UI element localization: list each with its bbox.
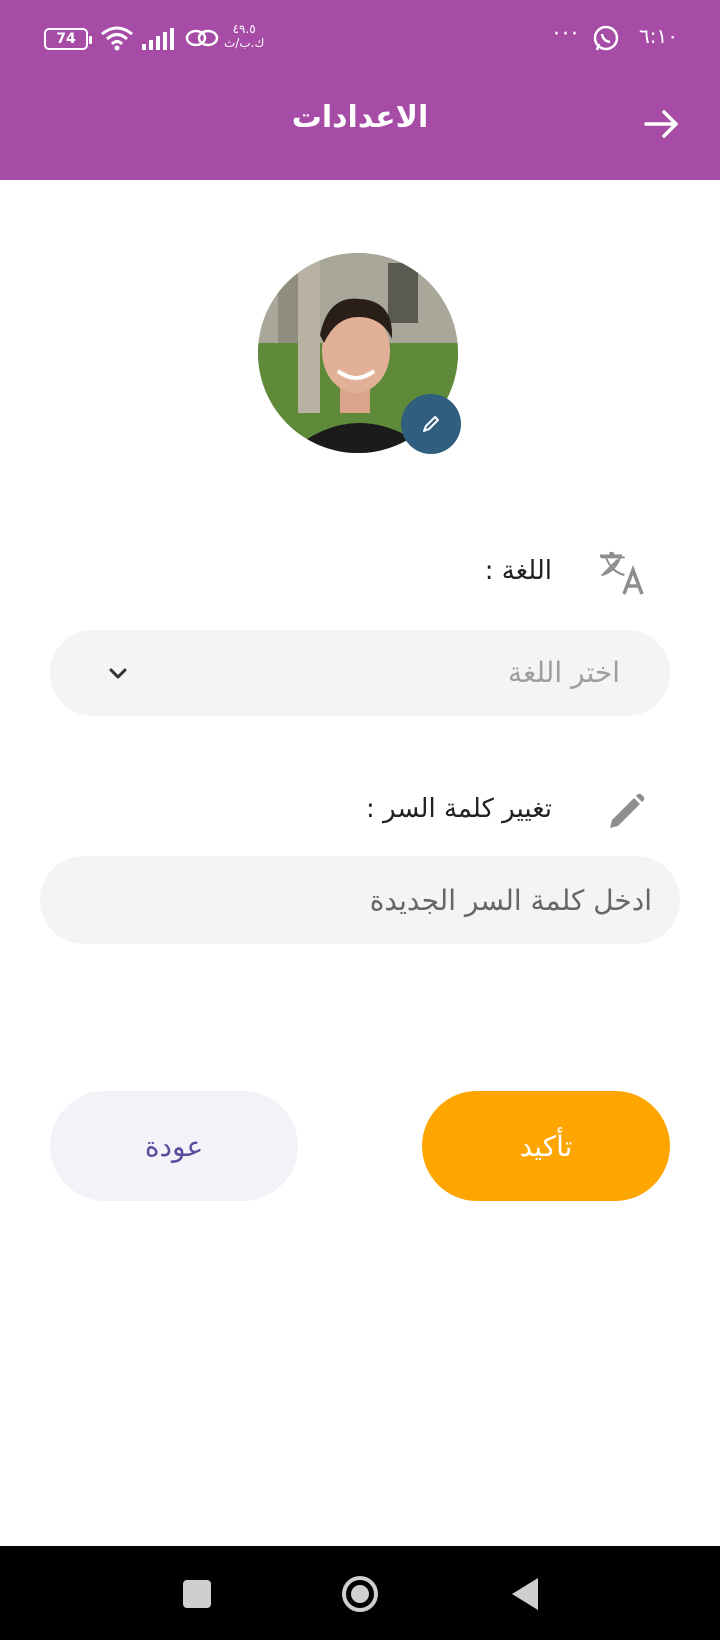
network-speed: ٤٩.٥ ك.ب/ث: [224, 22, 265, 50]
language-label: اللغة :: [484, 556, 552, 586]
wifi-icon: [101, 26, 133, 51]
system-navigation-bar: [0, 1546, 720, 1640]
status-bar: 74 ٤٩.٥ ك.ب/ث ··· ٦:١٠: [0, 0, 720, 80]
link-icon: [185, 29, 219, 47]
battery-level: 74: [56, 31, 76, 47]
back-button[interactable]: عودة: [50, 1091, 298, 1201]
pencil-icon: [610, 793, 645, 828]
signal-icon: [142, 28, 174, 50]
pencil-icon: [423, 416, 439, 432]
language-select-placeholder: اختر اللغة: [508, 656, 620, 689]
home-circle-icon[interactable]: [340, 1574, 380, 1614]
password-label: تغيير كلمة السر :: [365, 794, 552, 824]
overflow-dots: ···: [553, 22, 580, 47]
page-title: الاعدادات: [291, 100, 429, 135]
clock: ٦:١٠: [639, 24, 678, 48]
whatsapp-icon: [593, 25, 619, 51]
battery-icon: 74: [44, 28, 92, 50]
language-select[interactable]: اختر اللغة: [50, 630, 670, 716]
back-triangle-icon[interactable]: [508, 1576, 540, 1612]
confirm-button[interactable]: تأكيد: [422, 1091, 670, 1201]
recents-square-icon[interactable]: [183, 1580, 211, 1608]
new-password-input[interactable]: [40, 856, 680, 944]
chevron-down-icon: [109, 668, 127, 679]
settings-screen: 74 ٤٩.٥ ك.ب/ث ··· ٦:١٠ الاعدادات اللغة:…: [0, 0, 720, 1640]
arrow-right-icon[interactable]: [642, 104, 682, 144]
edit-avatar-button[interactable]: [401, 394, 461, 454]
app-header: 74 ٤٩.٥ ك.ب/ث ··· ٦:١٠ الاعدادات: [0, 0, 720, 180]
translate-icon: 文: [600, 551, 644, 595]
